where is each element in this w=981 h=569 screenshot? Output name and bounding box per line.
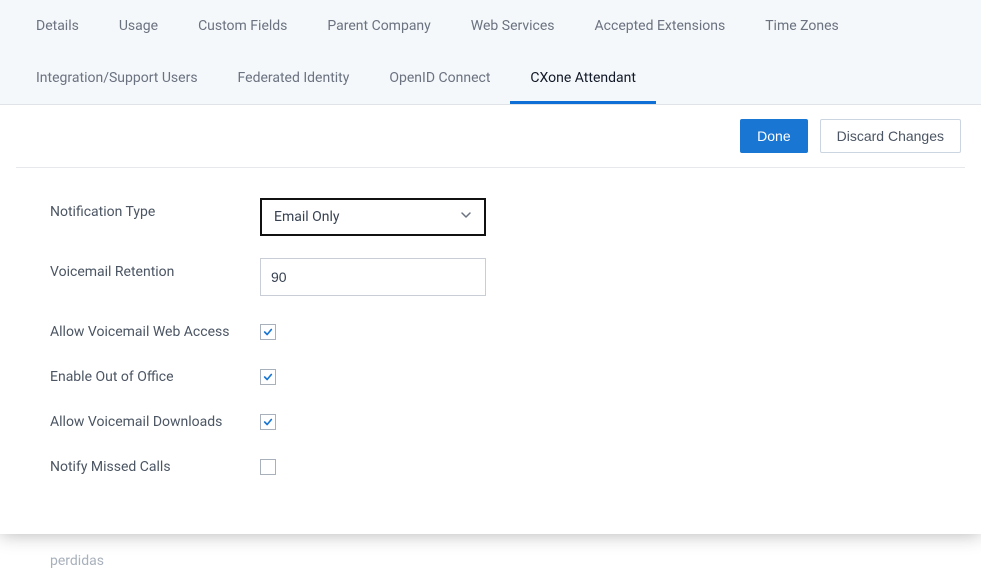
tab-bar: Details Usage Custom Fields Parent Compa… <box>0 0 981 105</box>
tab-details[interactable]: Details <box>16 0 99 52</box>
action-bar: Done Discard Changes <box>16 105 965 168</box>
row-allow-downloads: Allow Voicemail Downloads <box>50 408 931 431</box>
ghost-text: perdidas <box>16 553 965 569</box>
label-notify-missed: Notify Missed Calls <box>50 453 260 475</box>
label-allow-downloads: Allow Voicemail Downloads <box>50 408 260 430</box>
page-container: Details Usage Custom Fields Parent Compa… <box>0 0 981 534</box>
tab-parent-company[interactable]: Parent Company <box>307 0 450 52</box>
label-notification-type: Notification Type <box>50 198 260 220</box>
row-notify-missed: Notify Missed Calls <box>50 453 931 479</box>
done-button[interactable]: Done <box>740 119 807 153</box>
row-allow-web-access: Allow Voicemail Web Access <box>50 318 931 341</box>
tab-accepted-extensions[interactable]: Accepted Extensions <box>575 0 746 52</box>
discard-changes-button[interactable]: Discard Changes <box>820 119 961 153</box>
tab-openid-connect[interactable]: OpenID Connect <box>369 52 510 104</box>
label-allow-web-access: Allow Voicemail Web Access <box>50 318 260 340</box>
label-voicemail-retention: Voicemail Retention <box>50 258 260 280</box>
row-enable-ooo: Enable Out of Office <box>50 363 931 386</box>
label-enable-ooo: Enable Out of Office <box>50 363 260 385</box>
row-voicemail-retention: Voicemail Retention <box>50 258 931 296</box>
tab-usage[interactable]: Usage <box>99 0 178 52</box>
select-notification-type-value: Email Only <box>274 209 340 225</box>
tab-cxone-attendant[interactable]: CXone Attendant <box>510 52 656 104</box>
checkbox-allow-web-access[interactable] <box>260 324 276 340</box>
input-voicemail-retention[interactable] <box>260 258 486 296</box>
tab-time-zones[interactable]: Time Zones <box>745 0 859 52</box>
tab-integration-support-users[interactable]: Integration/Support Users <box>16 52 218 104</box>
tab-federated-identity[interactable]: Federated Identity <box>218 52 370 104</box>
checkbox-enable-ooo[interactable] <box>260 369 276 385</box>
checkbox-notify-missed[interactable] <box>260 459 276 475</box>
chevron-down-icon <box>460 209 472 225</box>
form-area: Notification Type Email Only Voicemail R… <box>16 168 965 531</box>
select-notification-type[interactable]: Email Only <box>260 198 486 236</box>
tab-web-services[interactable]: Web Services <box>451 0 575 52</box>
checkbox-allow-downloads[interactable] <box>260 414 276 430</box>
row-notification-type: Notification Type Email Only <box>50 198 931 236</box>
tab-custom-fields[interactable]: Custom Fields <box>178 0 307 52</box>
